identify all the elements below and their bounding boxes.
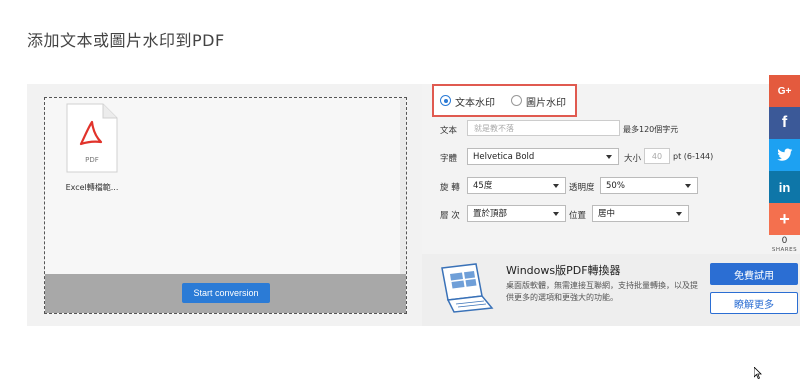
text-limit-hint: 最多120個字元 bbox=[623, 125, 679, 134]
linkedin-share-button[interactable]: in bbox=[769, 171, 800, 203]
promo-description: 桌面版軟體，無需連接互聯網，支持批量轉換，以及提供更多的選項和更強大的功能。 bbox=[506, 281, 698, 302]
chevron-down-icon bbox=[606, 155, 612, 159]
watermark-mode-selector: 文本水印 圖片水印 bbox=[432, 84, 577, 117]
scrollbar[interactable] bbox=[400, 98, 406, 275]
more-share-button[interactable]: + bbox=[769, 203, 800, 235]
position-select-value: 居中 bbox=[598, 209, 616, 219]
size-label: 大小 bbox=[624, 154, 642, 164]
watermark-text-input[interactable]: 就是教不落 bbox=[467, 120, 620, 136]
font-size-input[interactable]: 40 bbox=[644, 148, 670, 164]
learn-more-button[interactable]: 瞭解更多 bbox=[710, 292, 798, 314]
font-label: 字體 bbox=[440, 154, 458, 164]
size-range-hint: pt (6-144) bbox=[673, 152, 714, 161]
pdf-file-icon: PDF bbox=[63, 102, 121, 174]
share-count: 0 bbox=[781, 236, 788, 246]
google-plus-share-button[interactable]: G+ bbox=[769, 75, 800, 107]
font-select[interactable]: Helvetica Bold bbox=[467, 148, 619, 165]
chevron-down-icon bbox=[676, 212, 682, 216]
chevron-down-icon bbox=[553, 212, 559, 216]
chevron-down-icon bbox=[685, 184, 691, 188]
file-drop-zone[interactable]: PDF Excel轉檔範... Start conversion bbox=[44, 97, 407, 314]
chevron-down-icon bbox=[553, 184, 559, 188]
rotation-label: 旋 轉 bbox=[440, 183, 460, 193]
action-bar: Start conversion bbox=[45, 274, 406, 313]
facebook-share-button[interactable]: f bbox=[769, 107, 800, 139]
rotation-select-value: 45度 bbox=[473, 181, 493, 191]
twitter-share-button[interactable] bbox=[769, 139, 800, 171]
text-watermark-radio[interactable] bbox=[440, 95, 451, 106]
start-conversion-button[interactable]: Start conversion bbox=[182, 283, 270, 303]
share-label: SHARES bbox=[771, 247, 798, 253]
position-label: 位置 bbox=[569, 211, 587, 221]
svg-text:PDF: PDF bbox=[85, 156, 99, 164]
rotation-select[interactable]: 45度 bbox=[467, 177, 566, 194]
more-share-icon: + bbox=[779, 208, 790, 229]
text-label: 文本 bbox=[440, 126, 458, 136]
free-trial-button[interactable]: 免費試用 bbox=[710, 263, 798, 285]
linkedin-icon: in bbox=[778, 179, 791, 195]
laptop-icon bbox=[436, 262, 496, 318]
opacity-select-value: 50% bbox=[606, 181, 625, 191]
google-plus-icon: G+ bbox=[777, 85, 792, 97]
file-name: Excel轉檔範... bbox=[65, 183, 119, 192]
font-select-value: Helvetica Bold bbox=[473, 152, 535, 162]
page-title: 添加文本或圖片水印到PDF bbox=[27, 31, 225, 50]
opacity-label: 透明度 bbox=[569, 183, 595, 193]
facebook-icon: f bbox=[781, 114, 788, 131]
position-select[interactable]: 居中 bbox=[592, 205, 689, 222]
image-watermark-label[interactable]: 圖片水印 bbox=[526, 94, 566, 109]
layer-select[interactable]: 置於頂部 bbox=[467, 205, 566, 222]
text-watermark-label[interactable]: 文本水印 bbox=[455, 94, 495, 109]
twitter-icon bbox=[776, 148, 792, 161]
layer-select-value: 置於頂部 bbox=[473, 209, 508, 219]
file-item[interactable]: PDF Excel轉檔範... bbox=[57, 102, 127, 193]
opacity-select[interactable]: 50% bbox=[600, 177, 698, 194]
mouse-cursor-icon bbox=[753, 364, 762, 383]
image-watermark-radio[interactable] bbox=[511, 95, 522, 106]
promo-title: Windows版PDF轉換器 bbox=[506, 264, 621, 277]
layer-label: 層 次 bbox=[440, 211, 460, 221]
